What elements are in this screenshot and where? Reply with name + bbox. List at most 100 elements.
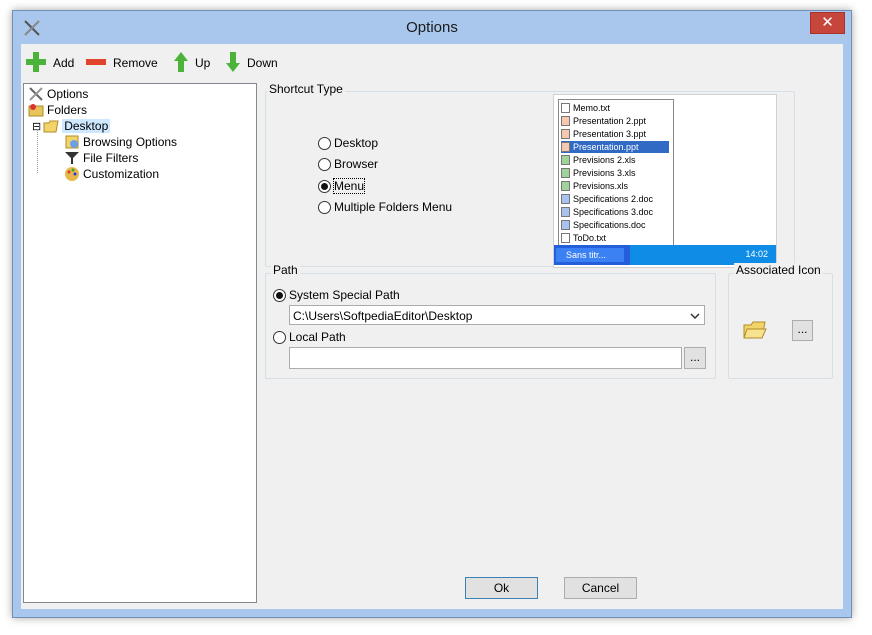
preview-taskbar: Sans titr... 14:02 <box>554 245 776 265</box>
preview-menu-item-label: Previsions 2.xls <box>573 155 636 165</box>
radio-label: Local Path <box>289 330 346 344</box>
folders-icon <box>28 102 44 118</box>
shortcut-type-label: Shortcut Type <box>267 82 345 96</box>
tree-item-label: Desktop <box>62 119 111 133</box>
radio-browser[interactable]: Browser <box>318 157 378 171</box>
preview-menu-item: Previsions.xls <box>561 180 669 192</box>
tree-item-browsing-options[interactable]: Browsing Options <box>64 134 177 150</box>
preview-menu-item-label: Presentation 2.ppt <box>573 116 647 126</box>
preview-menu-item-label: Previsions.xls <box>573 181 629 191</box>
radio-multiple-folders-menu[interactable]: Multiple Folders Menu <box>318 200 452 214</box>
options-tree[interactable]: Options Folders ⊟ Desktop Browsing Optio… <box>23 83 257 603</box>
tree-item-folders[interactable]: Folders <box>28 102 87 118</box>
preview-menu-item-label: Specifications.doc <box>573 220 646 230</box>
preview-menu-item-label: ToDo.txt <box>573 233 607 243</box>
radio-menu[interactable]: Menu <box>318 178 366 194</box>
chevron-down-icon <box>690 306 700 333</box>
tree-item-options[interactable]: Options <box>28 86 88 102</box>
preview-menu-item-label: Specifications 2.doc <box>573 194 654 204</box>
radio-label: Desktop <box>334 136 379 150</box>
tree-item-label: Customization <box>83 167 160 181</box>
doc-file-icon <box>561 220 570 230</box>
tree-item-label: Browsing Options <box>83 135 178 149</box>
desktop-folder-icon <box>43 118 59 134</box>
minus-icon <box>85 51 107 76</box>
system-path-select[interactable]: C:\Users\SoftpediaEditor\Desktop <box>289 305 705 325</box>
system-path-value: C:\Users\SoftpediaEditor\Desktop <box>293 309 473 323</box>
radio-dot-checked <box>318 179 331 193</box>
tree-item-desktop[interactable]: ⊟ Desktop <box>32 118 111 134</box>
remove-label: Remove <box>113 56 158 70</box>
tree-item-label: Folders <box>47 103 88 117</box>
remove-button[interactable]: Remove <box>85 52 158 74</box>
preview-menu-item: Specifications 2.doc <box>561 193 669 205</box>
preview-tray: 14:02 <box>630 245 776 265</box>
xls-file-icon <box>561 181 570 191</box>
associated-icon-label: Associated Icon <box>734 263 823 277</box>
radio-dot <box>318 136 331 150</box>
tree-line <box>37 129 39 173</box>
options-window: Options ✕ Add Remove Up Down Options Fol… <box>12 10 852 618</box>
arrow-up-icon <box>173 51 189 76</box>
radio-label: Browser <box>334 157 379 171</box>
preview-menu-item: Previsions 2.xls <box>561 154 669 166</box>
add-label: Add <box>53 56 75 70</box>
plus-icon <box>25 51 47 76</box>
down-label: Down <box>247 56 278 70</box>
preview-menu-item: Previsions 3.xls <box>561 167 669 179</box>
preview-menu-item-label: Memo.txt <box>573 103 611 113</box>
doc-file-icon <box>561 207 570 217</box>
local-path-input[interactable] <box>289 347 682 369</box>
radio-label: System Special Path <box>289 288 400 302</box>
preview-task-button: Sans titr... <box>556 248 624 262</box>
preview-menu-item-label: Previsions 3.xls <box>573 168 636 178</box>
doc-file-icon <box>561 194 570 204</box>
radio-local-path[interactable]: Local Path <box>273 330 346 344</box>
shortcut-preview-image: Memo.txt Presentation 2.ppt Presentation… <box>553 94 777 268</box>
title-bar[interactable]: Options ✕ <box>13 11 851 44</box>
toolbar: Add Remove Up Down <box>21 44 843 82</box>
preview-menu-item: Presentation 2.ppt <box>561 115 669 127</box>
radio-dot-checked <box>273 288 286 302</box>
tree-item-customization[interactable]: Customization <box>64 166 159 182</box>
preview-clock: 14:02 <box>745 249 768 259</box>
radio-dot <box>273 330 286 344</box>
preview-menu-item: Specifications.doc <box>561 219 669 231</box>
up-label: Up <box>195 56 211 70</box>
tree-item-label: Options <box>47 87 89 101</box>
local-path-browse-button[interactable]: ... <box>684 347 706 369</box>
up-button[interactable]: Up <box>173 51 211 76</box>
txt-file-icon <box>561 103 570 113</box>
cancel-button[interactable]: Cancel <box>564 577 637 599</box>
filter-icon <box>64 150 80 166</box>
tree-item-label: File Filters <box>83 151 139 165</box>
ok-button[interactable]: Ok <box>465 577 538 599</box>
preview-menu-item: Presentation 3.ppt <box>561 128 669 140</box>
ppt-file-icon <box>561 116 570 126</box>
preview-menu-item-label: Presentation 3.ppt <box>573 129 647 139</box>
preview-menu-item: ToDo.txt <box>561 232 669 244</box>
preview-menu-item-highlighted: Presentation.ppt <box>561 141 669 153</box>
palette-icon <box>64 166 80 182</box>
radio-dot <box>318 157 331 171</box>
add-button[interactable]: Add <box>25 51 75 76</box>
radio-desktop[interactable]: Desktop <box>318 136 378 150</box>
window-title: Options <box>406 19 458 36</box>
radio-label: Multiple Folders Menu <box>334 200 453 214</box>
preview-menu-item-label: Presentation.ppt <box>573 142 639 152</box>
down-button[interactable]: Down <box>225 51 278 76</box>
client-area: Add Remove Up Down Options Folders ⊟ Des… <box>21 44 843 609</box>
arrow-down-icon <box>225 51 241 76</box>
radio-label: Menu <box>332 178 366 194</box>
xls-file-icon <box>561 168 570 178</box>
associated-icon-browse-button[interactable]: ... <box>792 320 813 341</box>
tree-item-file-filters[interactable]: File Filters <box>64 150 138 166</box>
close-button[interactable]: ✕ <box>810 12 845 34</box>
xls-file-icon <box>561 155 570 165</box>
associated-folder-icon <box>743 317 767 341</box>
preview-menu: Memo.txt Presentation 2.ppt Presentation… <box>558 99 674 249</box>
radio-system-special-path[interactable]: System Special Path <box>273 288 400 302</box>
browsing-icon <box>64 134 80 150</box>
txt-file-icon <box>561 233 570 243</box>
preview-menu-item: Memo.txt <box>561 102 669 114</box>
